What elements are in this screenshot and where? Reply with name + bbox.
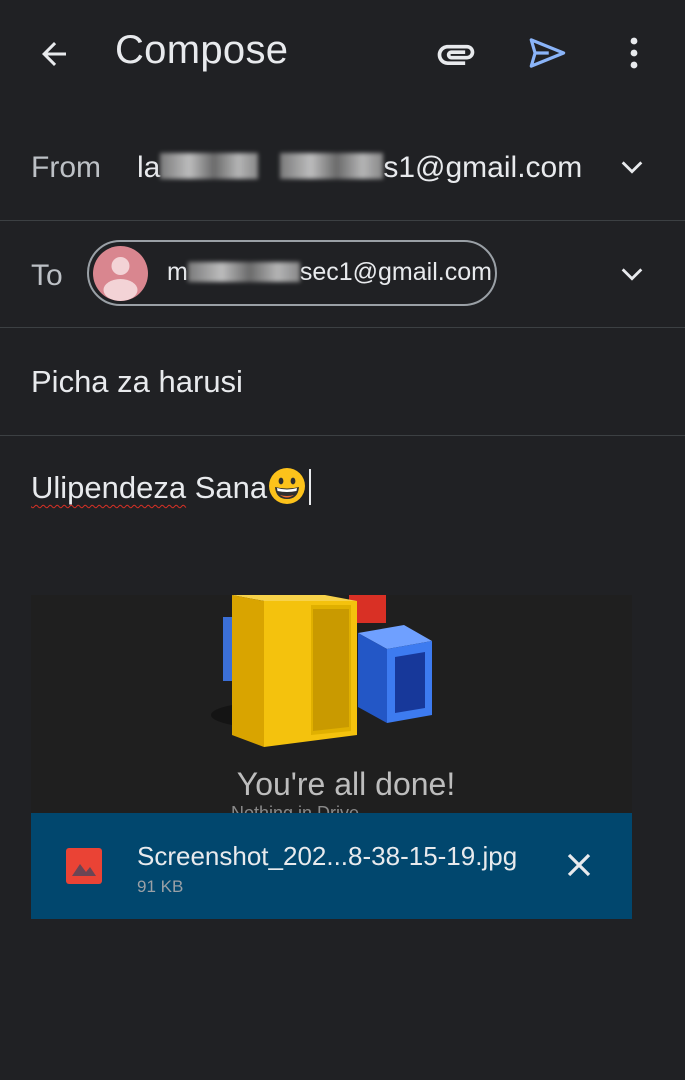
person-icon xyxy=(103,257,138,301)
message-body[interactable]: Ulipendeza Sana xyxy=(31,466,312,514)
redaction-blur xyxy=(187,262,300,282)
more-options-button[interactable] xyxy=(612,28,656,78)
attachment-preview: You're all done! Nothing in Drive xyxy=(31,595,632,815)
misspelled-word: Ulipendeza xyxy=(31,470,187,505)
compose-toolbar: Compose xyxy=(0,0,685,106)
recipient-chip[interactable]: m sec1@gmail.com xyxy=(87,240,497,306)
from-label: From xyxy=(31,151,101,184)
from-address[interactable]: la s1@gmail.com xyxy=(137,151,582,185)
text-cursor xyxy=(309,469,312,505)
send-icon xyxy=(529,38,566,68)
recipient-address: m sec1@gmail.com xyxy=(167,258,492,287)
to-row: To m sec1@gmail.com xyxy=(0,221,685,328)
back-button[interactable] xyxy=(30,30,78,78)
grinning-face-icon xyxy=(267,466,307,514)
avatar xyxy=(93,246,148,301)
drive-folders-illustration xyxy=(211,595,432,747)
send-button[interactable] xyxy=(522,28,572,78)
from-address-prefix: la xyxy=(137,151,161,184)
from-expand-button[interactable] xyxy=(612,147,652,187)
to-expand-button[interactable] xyxy=(612,254,652,294)
close-icon xyxy=(567,853,591,877)
chevron-down-icon xyxy=(621,268,643,281)
page-title: Compose xyxy=(115,28,289,72)
attachment-chip[interactable]: Screenshot_202...8-38-15-19.jpg 91 KB xyxy=(31,813,632,919)
from-row: From la s1@gmail.com xyxy=(0,114,685,221)
attach-button[interactable] xyxy=(432,30,480,78)
subject-field[interactable]: Picha za harusi xyxy=(31,364,243,400)
recipient-prefix: m xyxy=(167,258,188,286)
attachment-size: 91 KB xyxy=(137,877,184,896)
recipient-suffix: sec1@gmail.com xyxy=(299,258,492,286)
attachment-filename: Screenshot_202...8-38-15-19.jpg xyxy=(137,841,518,871)
paperclip-icon xyxy=(437,44,475,65)
redaction-blur xyxy=(160,153,259,179)
arrow-back-icon xyxy=(42,42,66,66)
preview-caption: You're all done! xyxy=(236,766,456,802)
image-file-icon xyxy=(66,848,102,884)
more-vert-icon xyxy=(630,37,638,69)
from-address-suffix: s1@gmail.com xyxy=(383,151,583,184)
remove-attachment-button[interactable] xyxy=(559,845,599,885)
chevron-down-icon xyxy=(621,161,643,174)
subject-row[interactable]: Picha za harusi xyxy=(0,328,685,436)
to-label: To xyxy=(31,259,63,292)
compose-screen: Compose From la s1@gmail.com To m sec1@g… xyxy=(0,0,685,1080)
redaction-blur xyxy=(280,153,384,179)
body-word: Sana xyxy=(186,470,268,505)
